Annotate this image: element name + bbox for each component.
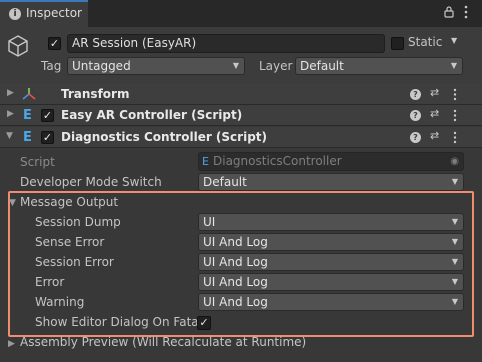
dev-mode-dropdown[interactable]: Default ▼: [198, 173, 464, 191]
error-value: UI And Log: [203, 275, 268, 289]
script-icon: E: [202, 155, 209, 168]
component-transform[interactable]: ▶ Transform ? ⇄: [0, 84, 482, 105]
sense-error-dropdown[interactable]: UI And Log ▼: [198, 233, 464, 251]
session-error-value: UI And Log: [203, 255, 268, 269]
component-title: Transform: [61, 87, 130, 101]
chevron-down-icon: ▼: [451, 277, 458, 286]
more-vert-icon[interactable]: [453, 88, 457, 104]
tab-inspector[interactable]: i Inspector: [0, 0, 88, 27]
tag-label: Tag: [41, 59, 62, 73]
session-dump-dropdown[interactable]: UI ▼: [198, 213, 464, 231]
warning-label: Warning: [35, 295, 85, 309]
script-value: DiagnosticsController: [213, 154, 342, 168]
script-object-field: E DiagnosticsController ◉: [198, 152, 464, 171]
session-dump-value: UI: [203, 215, 216, 229]
transform-icon: [21, 87, 37, 104]
preset-icon[interactable]: ⇄: [430, 129, 439, 142]
dev-mode-value: Default: [203, 175, 247, 189]
foldout-right-icon[interactable]: ▶: [7, 109, 14, 119]
session-error-dropdown[interactable]: UI And Log ▼: [198, 253, 464, 271]
chevron-down-icon: ▼: [451, 257, 458, 266]
component-diagnostics-controller[interactable]: ▼ E ✓ Diagnostics Controller (Script) ? …: [0, 127, 482, 148]
preset-icon[interactable]: ⇄: [430, 86, 439, 99]
static-label: Static: [408, 35, 443, 49]
component-enabled-checkbox[interactable]: ✓: [41, 131, 54, 144]
sense-error-label: Sense Error: [35, 235, 105, 249]
more-vert-icon[interactable]: [453, 109, 457, 125]
warning-dropdown[interactable]: UI And Log ▼: [198, 293, 464, 311]
session-dump-label: Session Dump: [35, 215, 121, 229]
layer-label: Layer: [259, 59, 293, 73]
show-dialog-checkbox[interactable]: ✓: [197, 316, 211, 330]
chevron-down-icon: ▼: [451, 297, 458, 306]
chevron-down-icon: ▼: [450, 61, 457, 70]
chevron-down-icon: ▼: [451, 217, 458, 226]
warning-value: UI And Log: [203, 295, 268, 309]
active-checkbox[interactable]: ✓: [48, 37, 61, 50]
chevron-down-icon: ▼: [451, 237, 458, 246]
script-icon: E: [23, 130, 32, 145]
show-dialog-label: Show Editor Dialog On Fatal: [35, 315, 202, 329]
more-vert-icon[interactable]: [453, 131, 457, 147]
info-icon: i: [9, 8, 21, 20]
static-dropdown-arrow-icon[interactable]: ▼: [451, 36, 457, 45]
object-picker-icon[interactable]: ◉: [450, 153, 459, 170]
lock-icon[interactable]: [444, 6, 454, 21]
dev-mode-label: Developer Mode Switch: [20, 175, 162, 189]
script-label: Script: [20, 155, 55, 169]
foldout-down-icon[interactable]: ▼: [6, 131, 13, 141]
error-dropdown[interactable]: UI And Log ▼: [198, 273, 464, 291]
sense-error-value: UI And Log: [203, 235, 268, 249]
assembly-preview-label[interactable]: Assembly Preview (Will Recalculate at Ru…: [20, 335, 306, 349]
object-name-field[interactable]: AR Session (EasyAR): [67, 34, 385, 53]
chevron-down-icon: ▼: [451, 177, 458, 186]
component-title: Easy AR Controller (Script): [61, 108, 243, 122]
layer-value: Default: [300, 59, 344, 73]
foldout-down-icon[interactable]: ▼: [9, 198, 16, 208]
tag-dropdown[interactable]: Untagged ▼: [67, 57, 245, 75]
tab-label: Inspector: [26, 6, 82, 20]
error-label: Error: [35, 275, 65, 289]
help-icon[interactable]: ?: [410, 89, 421, 100]
component-enabled-checkbox[interactable]: ✓: [41, 109, 54, 122]
foldout-right-icon[interactable]: ▶: [8, 339, 15, 349]
help-icon[interactable]: ?: [410, 132, 421, 143]
gameobject-cube-icon: [6, 34, 30, 61]
component-easyar-controller[interactable]: ▶ E ✓ Easy AR Controller (Script) ? ⇄: [0, 105, 482, 126]
script-icon: E: [23, 108, 32, 123]
static-checkbox[interactable]: ✓: [391, 37, 404, 50]
session-error-label: Session Error: [35, 255, 114, 269]
component-title: Diagnostics Controller (Script): [61, 130, 268, 144]
chevron-down-icon: ▼: [232, 61, 239, 70]
help-icon[interactable]: ?: [410, 110, 421, 121]
foldout-right-icon[interactable]: ▶: [7, 88, 14, 98]
message-output-label[interactable]: Message Output: [20, 195, 118, 209]
tag-value: Untagged: [72, 59, 131, 73]
more-vert-icon[interactable]: [464, 5, 468, 22]
layer-dropdown[interactable]: Default ▼: [295, 57, 463, 75]
preset-icon[interactable]: ⇄: [430, 107, 439, 120]
